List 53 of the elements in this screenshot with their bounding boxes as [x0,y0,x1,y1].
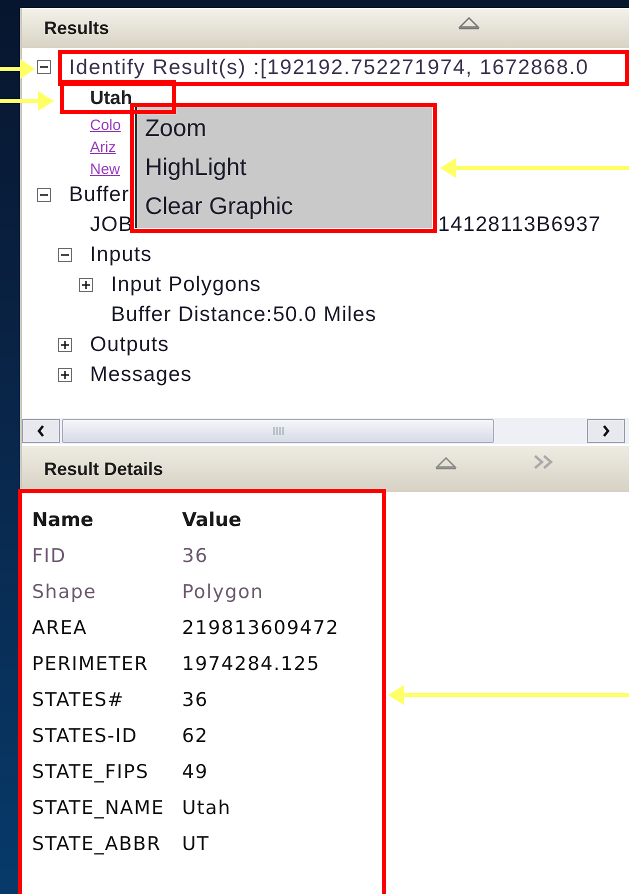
table-cell-text: 49 [182,760,210,785]
table-cell-text: STATE_ABBR [32,832,162,857]
result-link[interactable]: New [90,162,120,176]
tree-label[interactable]: Inputs [90,239,152,271]
callout-arrow [0,58,35,80]
table-cell-text: STATE_FIPS [32,760,150,785]
job-id-end: 14128113B6937 [438,212,601,238]
horizontal-scrollbar[interactable] [22,418,629,444]
result-link[interactable]: Ariz [90,140,116,154]
column-header: Value [182,508,242,533]
tree-label[interactable]: Outputs [90,329,170,361]
column-header: Name [32,502,182,538]
tree-label[interactable]: Identify Result(s) :[192192.752271974, 1672868.0 [69,56,589,78]
menu-item[interactable]: Clear Graphic [137,188,432,226]
panel-title: Result Details [44,458,164,480]
tree-label[interactable]: Input Polygons [111,269,262,301]
table-cell-text: Shape [32,580,98,605]
result-link[interactable]: Colo [90,118,121,132]
expand-toggle-icon[interactable] [58,368,72,382]
panel-title: Results [44,16,110,40]
collapse-toggle-icon[interactable] [37,188,51,202]
table-cell-text: 36 [182,544,210,569]
collapse-icon[interactable] [457,16,481,30]
expand-toggle-icon[interactable] [58,338,72,352]
job-id-start: JOB [90,212,134,238]
menu-item[interactable]: Zoom [137,110,432,148]
tree-label[interactable]: Buffer [69,179,130,211]
collapse-toggle-icon[interactable] [58,248,72,262]
table-cell-text: PERIMETER [32,652,150,677]
table-cell-text: Polygon [182,580,265,605]
table-cell-text: 1974284.125 [182,652,321,677]
callout-arrow [0,90,54,112]
table-cell-text: STATE_NAME [32,796,166,821]
menu-item[interactable]: HighLight [137,148,432,186]
grip-icon [272,426,284,436]
table-cell-text: UT [182,832,211,857]
table-cell-text: 219813609472 [182,616,340,641]
collapse-icon[interactable] [434,456,458,470]
result-item[interactable]: Utah [90,88,132,108]
table-cell-text: AREA [32,616,88,641]
collapse-toggle-icon[interactable] [37,60,51,74]
table-cell-text: STATES# [32,688,126,713]
table-cell-text: STATES-ID [32,724,138,749]
expand-toggle-icon[interactable] [79,278,93,292]
table-cell-text: 36 [182,688,210,713]
tree-label[interactable]: Messages [90,359,192,391]
scroll-left-button[interactable] [22,419,60,443]
table-cell-text: FID [32,544,68,569]
scroll-right-button[interactable] [587,419,625,443]
table-cell-text: Utah [182,796,232,821]
tree-label[interactable]: Buffer Distance:50.0 Miles [111,299,377,331]
table-cell-text: 62 [182,724,210,749]
scroll-thumb[interactable] [62,419,494,443]
